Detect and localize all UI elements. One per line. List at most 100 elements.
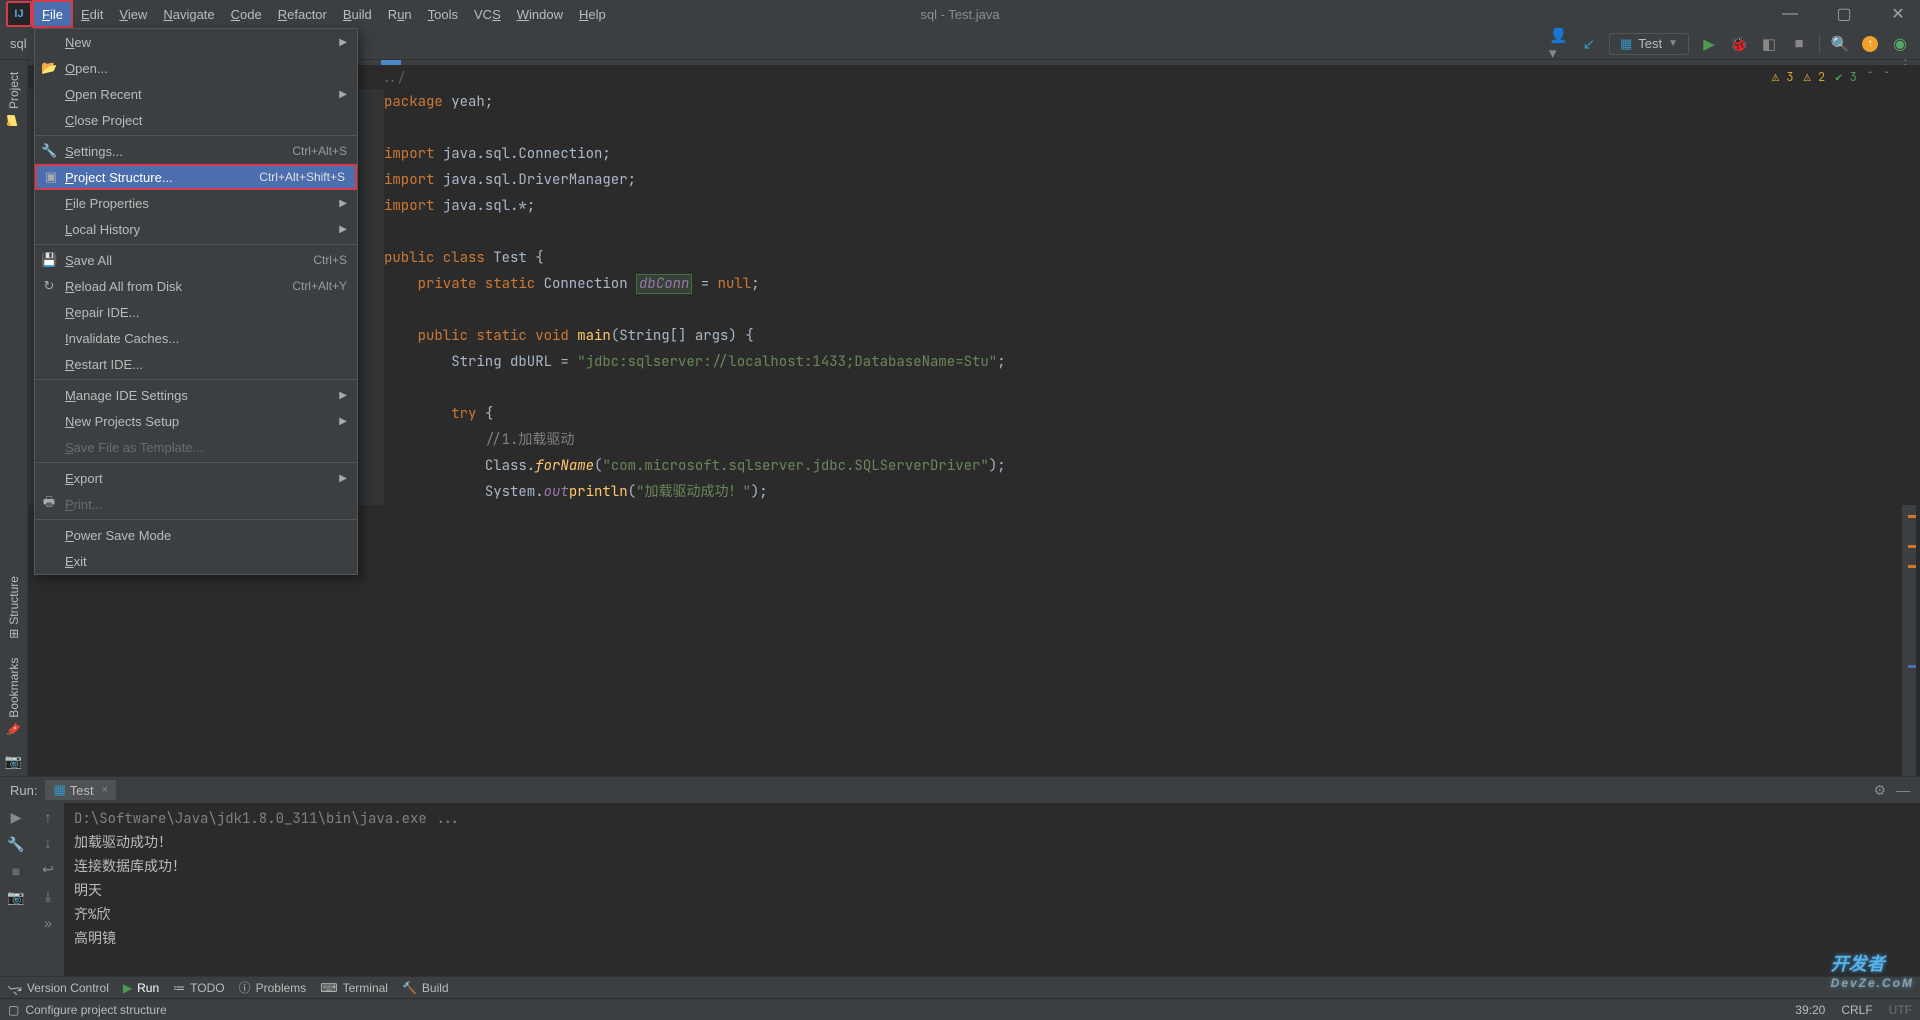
menu-item-print: 🖶Print... bbox=[35, 491, 357, 517]
project-tool-tab[interactable]: 📁Project bbox=[7, 68, 21, 132]
menu-item-local-history[interactable]: Local History▶ bbox=[35, 216, 357, 242]
menu-item-file-properties[interactable]: File Properties▶ bbox=[35, 190, 357, 216]
rerun-icon[interactable]: ▶ bbox=[11, 809, 22, 826]
line-separator[interactable]: CRLF bbox=[1841, 1003, 1872, 1017]
menu-item-new-projects-setup[interactable]: New Projects Setup▶ bbox=[35, 408, 357, 434]
menu-icon: 🔧 bbox=[41, 143, 57, 159]
menu-icon: ▣ bbox=[43, 169, 59, 185]
menu-item-close-project[interactable]: Close Project bbox=[35, 107, 357, 133]
terminal-tab[interactable]: ⌨Terminal bbox=[320, 981, 388, 995]
menu-shortcut: Ctrl+Alt+Shift+S bbox=[259, 170, 345, 184]
scroll-end-icon[interactable]: ⤓ bbox=[45, 888, 51, 905]
upload-icon[interactable]: ↑ bbox=[1860, 34, 1880, 54]
stop-run-icon[interactable]: ■ bbox=[12, 863, 20, 879]
error-stripe[interactable] bbox=[1902, 505, 1916, 776]
menu-label: Power Save Mode bbox=[65, 528, 171, 543]
menu-build[interactable]: Build bbox=[335, 0, 380, 28]
nav-down-icon[interactable]: ˇ bbox=[1883, 70, 1890, 84]
menu-file[interactable]: File bbox=[32, 0, 73, 28]
menu-item-repair-ide[interactable]: Repair IDE... bbox=[35, 299, 357, 325]
coverage-icon[interactable]: ◧ bbox=[1759, 34, 1779, 54]
menu-vcs[interactable]: VCS bbox=[466, 0, 509, 28]
menu-label: Reload All from Disk bbox=[65, 279, 182, 294]
warnings-count[interactable]: ⚠ 3 bbox=[1772, 69, 1794, 85]
encoding[interactable]: UTF bbox=[1889, 1003, 1912, 1017]
menu-shortcut: Ctrl+Alt+S bbox=[292, 144, 347, 158]
breadcrumb-root[interactable]: sql bbox=[10, 36, 27, 51]
console-line: 明天 bbox=[74, 879, 1910, 903]
vcs-update-icon[interactable]: ↙ bbox=[1579, 34, 1599, 54]
user-dropdown-icon[interactable]: 👤▾ bbox=[1549, 34, 1569, 54]
menu-item-invalidate-caches[interactable]: Invalidate Caches... bbox=[35, 325, 357, 351]
minimize-button[interactable]: — bbox=[1772, 5, 1808, 23]
menu-item-exit[interactable]: Exit bbox=[35, 548, 357, 574]
menu-item-open-recent[interactable]: Open Recent▶ bbox=[35, 81, 357, 107]
down-arrow-icon[interactable]: ↓ bbox=[45, 835, 52, 851]
menu-code[interactable]: Code bbox=[223, 0, 270, 28]
run-tab-button[interactable]: ▶Run bbox=[123, 981, 159, 995]
search-icon[interactable]: 🔍 bbox=[1830, 34, 1850, 54]
weak-warnings-count[interactable]: ⚠ 2 bbox=[1804, 69, 1826, 85]
build-tab[interactable]: 🔨Build bbox=[402, 981, 449, 995]
problems-tab[interactable]: ⓘProblems bbox=[239, 979, 307, 996]
todo-tab[interactable]: ≔TODO bbox=[173, 981, 224, 995]
menu-window[interactable]: Window bbox=[509, 0, 571, 28]
menu-icon: 📂 bbox=[41, 60, 57, 76]
menu-label: Save All bbox=[65, 253, 112, 268]
menu-item-manage-ide-settings[interactable]: Manage IDE Settings▶ bbox=[35, 382, 357, 408]
bookmarks-tool-tab[interactable]: 🔖Bookmarks bbox=[7, 654, 21, 741]
hide-icon[interactable]: — bbox=[1896, 782, 1910, 799]
soft-wrap-icon[interactable]: ↩ bbox=[42, 861, 54, 878]
menu-view[interactable]: View bbox=[111, 0, 155, 28]
file-menu-dropdown: New▶📂Open...Open Recent▶Close Project 🔧 Se… bbox=[34, 28, 358, 575]
menu-tools[interactable]: Tools bbox=[420, 0, 466, 28]
menu-item-settings[interactable]: 🔧 Settings... Ctrl+Alt+S bbox=[35, 138, 357, 164]
camera-run-icon[interactable]: 📷 bbox=[7, 889, 24, 906]
cursor-position[interactable]: 39:20 bbox=[1795, 1003, 1825, 1017]
menu-item-export[interactable]: Export▶ bbox=[35, 465, 357, 491]
menu-label: Project Structure... bbox=[65, 170, 173, 185]
menu-item-reload-all-from-disk[interactable]: ↻Reload All from DiskCtrl+Alt+Y bbox=[35, 273, 357, 299]
console-line: 高明镜 bbox=[74, 927, 1910, 951]
version-control-tab[interactable]: ⎇Version Control bbox=[8, 981, 109, 995]
stop-icon[interactable]: ■ bbox=[1789, 34, 1809, 54]
structure-tool-tab[interactable]: ⊞Structure bbox=[7, 572, 21, 643]
maximize-button[interactable]: ▢ bbox=[1826, 4, 1862, 24]
run-configuration-selector[interactable]: ▦ Test ▼ bbox=[1609, 33, 1689, 55]
watermark: 开发者 DevZe.CoM bbox=[1831, 950, 1914, 990]
menu-label: Invalidate Caches... bbox=[65, 331, 179, 346]
wrench-icon[interactable]: 🔧 bbox=[7, 836, 24, 853]
nav-up-icon[interactable]: ˆ bbox=[1867, 70, 1874, 84]
run-console[interactable]: D:\Software\Java\jdk1.8.0_311\bin\java.e… bbox=[64, 803, 1920, 976]
menu-item-open[interactable]: 📂Open... bbox=[35, 55, 357, 81]
checks-count[interactable]: ✔ 3 bbox=[1835, 69, 1857, 85]
console-line: 齐%欣 bbox=[74, 903, 1910, 927]
menu-item-save-all[interactable]: 💾Save AllCtrl+S bbox=[35, 247, 357, 273]
more-icon[interactable]: » bbox=[44, 915, 52, 931]
tool-windows-icon[interactable]: ▢ bbox=[8, 1003, 19, 1017]
menu-item-restart-ide[interactable]: Restart IDE... bbox=[35, 351, 357, 377]
menu-edit[interactable]: Edit bbox=[73, 0, 111, 28]
settings-icon[interactable]: ⚙ bbox=[1873, 782, 1886, 799]
app-icon: IJ bbox=[6, 1, 32, 27]
camera-icon[interactable]: 📷 bbox=[5, 753, 22, 770]
menu-run[interactable]: Run bbox=[380, 0, 420, 28]
menu-refactor[interactable]: Refactor bbox=[270, 0, 335, 28]
up-arrow-icon[interactable]: ↑ bbox=[45, 809, 52, 825]
menu-label: Settings... bbox=[65, 144, 123, 159]
left-tool-stripe: 📁Project ⊞Structure 🔖Bookmarks 📷 bbox=[0, 60, 28, 776]
console-line: 连接数据库成功！ bbox=[74, 855, 1910, 879]
breadcrumb-text[interactable]: ../ bbox=[382, 69, 405, 86]
run-button-icon[interactable]: ▶ bbox=[1699, 34, 1719, 54]
menu-item-power-save-mode[interactable]: Power Save Mode bbox=[35, 522, 357, 548]
menu-icon: 💾 bbox=[41, 252, 57, 268]
console-line: D:\Software\Java\jdk1.8.0_311\bin\java.e… bbox=[74, 807, 1910, 831]
menu-navigate[interactable]: Navigate bbox=[155, 0, 222, 28]
menu-item-project-structure[interactable]: ▣ Project Structure... Ctrl+Alt+Shift+S bbox=[35, 164, 357, 190]
close-button[interactable]: ✕ bbox=[1880, 4, 1916, 24]
debug-button-icon[interactable]: 🐞 bbox=[1729, 34, 1749, 54]
menu-help[interactable]: Help bbox=[571, 0, 614, 28]
run-tab[interactable]: ▦Test× bbox=[45, 780, 116, 800]
menu-item-new[interactable]: New▶ bbox=[35, 29, 357, 55]
ide-feature-icon[interactable]: ◉ bbox=[1890, 34, 1910, 54]
